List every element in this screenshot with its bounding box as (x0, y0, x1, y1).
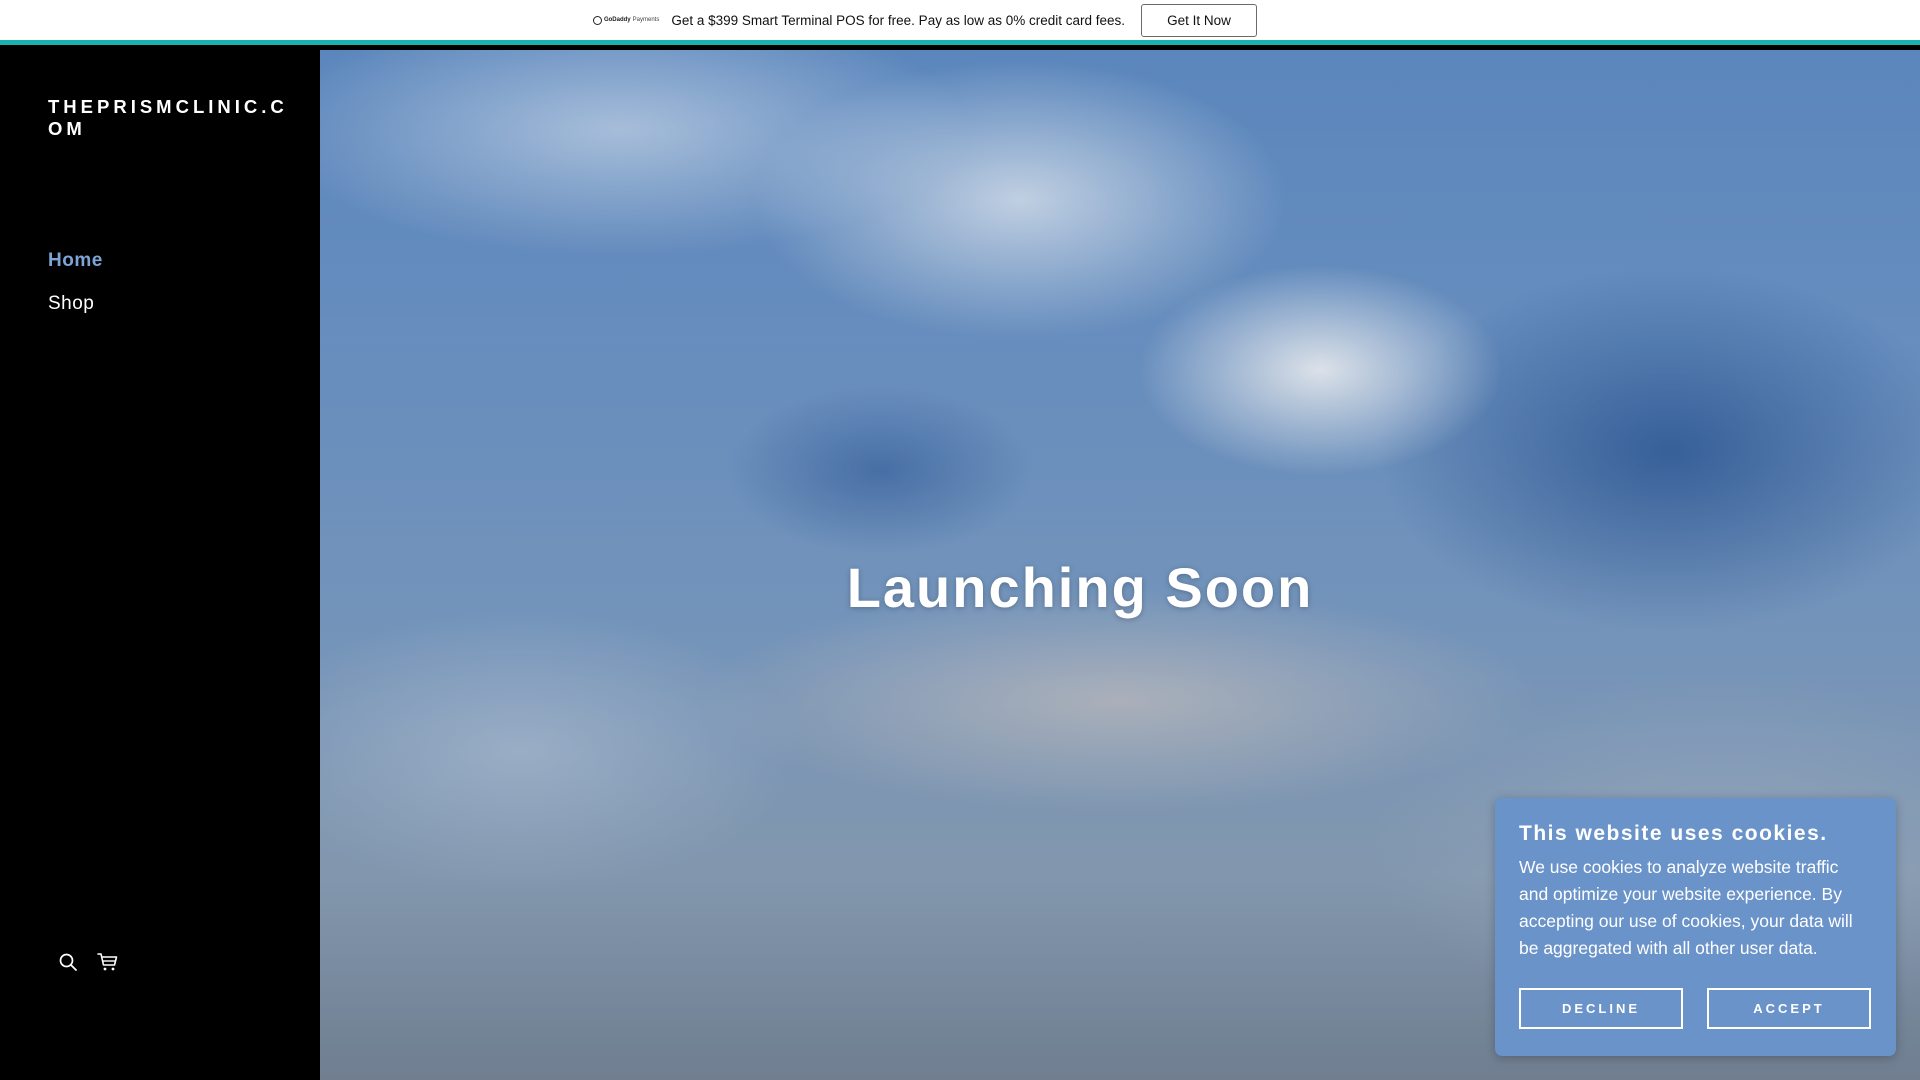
main-nav: Home Shop (48, 250, 103, 336)
sidebar: THEPRISMCLINIC.COM Home Shop (0, 50, 320, 1080)
accept-button[interactable]: ACCEPT (1707, 988, 1871, 1029)
promo-text: Get a $399 Smart Terminal POS for free. … (671, 12, 1126, 28)
godaddy-payments-logo: GoDaddy Payments (592, 15, 660, 25)
cart-icon[interactable] (97, 951, 119, 973)
godaddy-logo-icon (592, 15, 602, 25)
get-it-now-button[interactable]: Get It Now (1141, 3, 1258, 37)
cookie-message: We use cookies to analyze website traffi… (1519, 857, 1853, 958)
promo-content: GoDaddy Payments Get a $399 Smart Termin… (592, 3, 1258, 37)
logo-sub: Payments (632, 17, 660, 23)
promo-banner: GoDaddy Payments Get a $399 Smart Termin… (0, 0, 1920, 45)
cookie-title: This website uses cookies. (1519, 822, 1828, 845)
sidebar-icons (57, 951, 119, 973)
cookie-actions: DECLINE ACCEPT (1519, 988, 1871, 1029)
cookie-banner: This website uses cookies. We use cookie… (1495, 798, 1896, 1056)
nav-item-shop[interactable]: Shop (48, 293, 103, 315)
decline-button[interactable]: DECLINE (1519, 988, 1683, 1029)
site-title[interactable]: THEPRISMCLINIC.COM (48, 96, 288, 140)
search-icon[interactable] (57, 951, 79, 973)
hero-title: Launching Soon (846, 556, 1314, 619)
nav-item-home[interactable]: Home (48, 250, 103, 272)
logo-brand: GoDaddy (603, 17, 631, 23)
